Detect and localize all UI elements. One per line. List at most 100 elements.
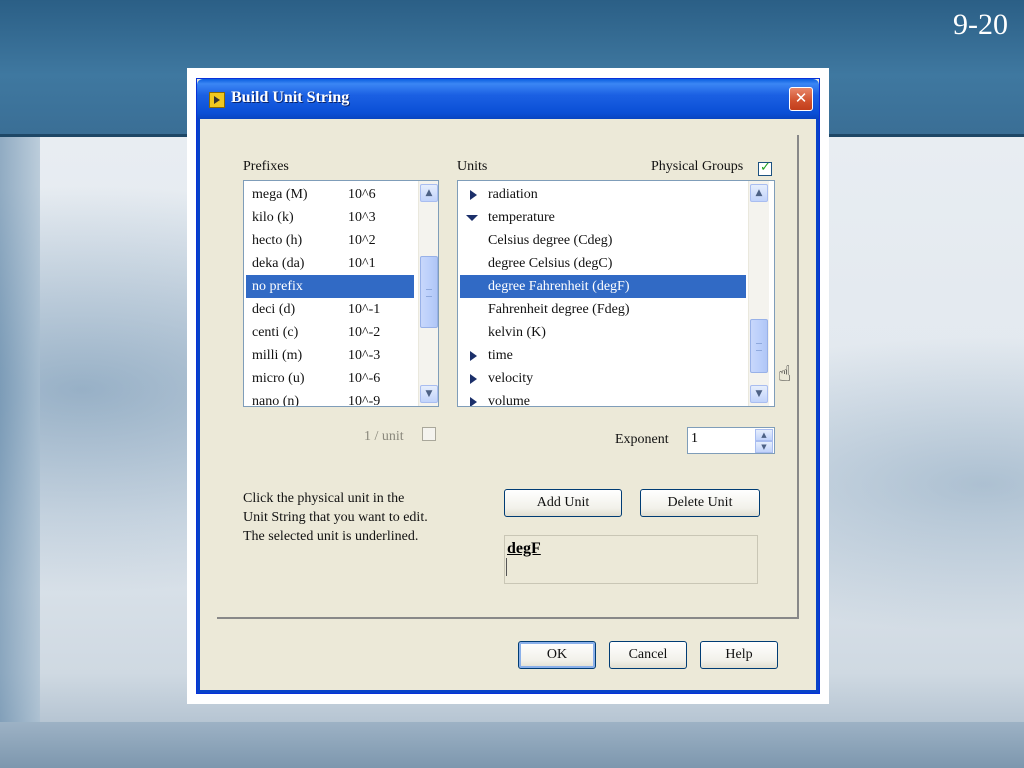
slide-decoration-strip xyxy=(0,137,40,768)
unit-label: radiation xyxy=(488,187,538,202)
prefix-factor: 10^-3 xyxy=(348,348,381,363)
prefix-name: micro (u) xyxy=(252,371,305,386)
prefix-name: mega (M) xyxy=(252,187,308,202)
help-button[interactable]: Help xyxy=(700,641,778,669)
scroll-down-button[interactable]: ▼ xyxy=(420,385,438,403)
prefix-list-item[interactable]: mega (M) 10^6 xyxy=(246,183,414,206)
unit-group-item[interactable]: velocity xyxy=(460,367,746,390)
units-listbox[interactable]: radiation temperature Celsius degree (Cdeg… xyxy=(457,180,775,407)
prefix-list-item[interactable]: kilo (k) 10^3 xyxy=(246,206,414,229)
prefixes-scrollbar[interactable]: ▲ ▼ xyxy=(418,181,438,406)
build-unit-string-dialog: Build Unit String ✕ Prefixes mega (M) 10^… xyxy=(196,78,820,694)
unit-group-item[interactable]: radiation xyxy=(460,183,746,206)
prefixes-label: Prefixes xyxy=(243,159,289,174)
unit-list-item[interactable]: Celsius degree (Cdeg) xyxy=(460,229,746,252)
prefix-list-item[interactable]: nano (n) 10^-9 xyxy=(246,390,414,407)
unit-group-item[interactable]: time xyxy=(460,344,746,367)
scroll-thumb[interactable] xyxy=(750,319,768,373)
unit-label: degree Celsius (degC) xyxy=(488,256,613,271)
units-scrollbar[interactable]: ▲ ▼ xyxy=(748,181,769,406)
units-label: Units xyxy=(457,159,488,174)
slide-page-number: 9-20 xyxy=(953,8,1008,41)
one-over-unit-label: 1 / unit xyxy=(364,429,404,444)
unit-group-item[interactable]: temperature xyxy=(460,206,746,229)
slide-footer-band xyxy=(0,722,1024,768)
chevron-down-icon: ▼ xyxy=(755,389,763,399)
prefix-factor: 10^2 xyxy=(348,233,376,248)
collapse-arrow-icon[interactable] xyxy=(466,215,478,221)
unit-label: kelvin (K) xyxy=(488,325,546,340)
unit-label: temperature xyxy=(488,210,555,225)
expand-arrow-icon[interactable] xyxy=(470,397,477,406)
exponent-value: 1 xyxy=(691,431,698,446)
prefix-name: nano (n) xyxy=(252,394,300,407)
scroll-down-button[interactable]: ▼ xyxy=(750,385,768,403)
exponent-stepper[interactable]: 1 ▲ ▼ xyxy=(687,427,775,454)
exponent-label: Exponent xyxy=(615,432,669,447)
unit-list-item[interactable]: degree Celsius (degC) xyxy=(460,252,746,275)
prefix-factor: 10^3 xyxy=(348,210,376,225)
expand-arrow-icon[interactable] xyxy=(470,374,477,384)
unit-label: Celsius degree (Cdeg) xyxy=(488,233,613,248)
dialog-title: Build Unit String xyxy=(231,89,350,106)
unit-label: volume xyxy=(488,394,530,407)
physical-groups-checkbox[interactable] xyxy=(758,160,772,176)
dialog-titlebar[interactable]: Build Unit String ✕ xyxy=(197,79,819,119)
close-icon: ✕ xyxy=(794,89,808,107)
scroll-up-button[interactable]: ▲ xyxy=(750,184,768,202)
ok-button[interactable]: OK xyxy=(518,641,596,669)
chevron-down-icon: ▼ xyxy=(425,389,433,399)
help-text-line1: Click the physical unit in the xyxy=(243,491,405,506)
prefix-list-item[interactable]: micro (u) 10^-6 xyxy=(246,367,414,390)
scroll-thumb[interactable] xyxy=(420,256,438,328)
prefix-name: hecto (h) xyxy=(252,233,303,248)
unit-group-item[interactable]: volume xyxy=(460,390,746,407)
prefixes-listbox[interactable]: mega (M) 10^6 kilo (k) 10^3 hecto (h) 10^2 dek… xyxy=(243,180,439,407)
prefix-factor: 10^6 xyxy=(348,187,376,202)
prefix-factor: 10^-6 xyxy=(348,371,381,386)
scroll-up-button[interactable]: ▲ xyxy=(420,184,438,202)
unit-label: Fahrenheit degree (Fdeg) xyxy=(488,302,630,317)
hand-pointer-icon: ☝ xyxy=(778,362,792,387)
increment-button[interactable]: ▲ xyxy=(755,429,773,441)
help-text-line3: The selected unit is underlined. xyxy=(243,529,419,544)
prefix-name: no prefix xyxy=(252,279,303,294)
cancel-button[interactable]: Cancel xyxy=(609,641,687,669)
physical-groups-label: Physical Groups xyxy=(651,159,744,174)
prefix-name: deka (da) xyxy=(252,256,305,271)
prefix-name: milli (m) xyxy=(252,348,303,363)
prefix-list-item[interactable]: centi (c) 10^-2 xyxy=(246,321,414,344)
unit-list-item[interactable]: Fahrenheit degree (Fdeg) xyxy=(460,298,746,321)
prefix-factor: 10^-9 xyxy=(348,394,381,407)
delete-unit-button[interactable]: Delete Unit xyxy=(640,489,760,517)
prefix-factor: 10^-1 xyxy=(348,302,381,317)
one-over-unit-checkbox[interactable] xyxy=(422,427,436,441)
help-text-line2: Unit String that you want to edit. xyxy=(243,510,428,525)
prefix-list-item[interactable]: deci (d) 10^-1 xyxy=(246,298,414,321)
unit-label: time xyxy=(488,348,513,363)
expand-arrow-icon[interactable] xyxy=(470,351,477,361)
expand-arrow-icon[interactable] xyxy=(470,190,477,200)
close-button[interactable]: ✕ xyxy=(789,87,813,111)
text-caret xyxy=(506,558,507,576)
prefix-name: deci (d) xyxy=(252,302,296,317)
prefix-factor: 10^1 xyxy=(348,256,376,271)
prefix-list-item[interactable]: deka (da) 10^1 xyxy=(246,252,414,275)
prefix-list-item[interactable]: hecto (h) 10^2 xyxy=(246,229,414,252)
unit-string-field[interactable]: degF xyxy=(504,535,758,584)
labview-app-icon xyxy=(209,92,225,108)
unit-label: velocity xyxy=(488,371,534,386)
chevron-up-icon: ▲ xyxy=(755,188,763,198)
decrement-button[interactable]: ▼ xyxy=(755,441,773,453)
prefix-factor: 10^-2 xyxy=(348,325,381,340)
unit-list-item[interactable]: kelvin (K) xyxy=(460,321,746,344)
unit-list-item[interactable]: degree Fahrenheit (degF) xyxy=(460,275,746,298)
prefix-name: centi (c) xyxy=(252,325,299,340)
prefix-name: kilo (k) xyxy=(252,210,294,225)
chevron-up-icon: ▲ xyxy=(425,188,433,198)
prefix-list-item[interactable]: milli (m) 10^-3 xyxy=(246,344,414,367)
unit-string-selected-unit[interactable]: degF xyxy=(507,540,541,558)
add-unit-button[interactable]: Add Unit xyxy=(504,489,622,517)
unit-label: degree Fahrenheit (degF) xyxy=(488,279,630,294)
prefix-list-item[interactable]: no prefix xyxy=(246,275,414,298)
